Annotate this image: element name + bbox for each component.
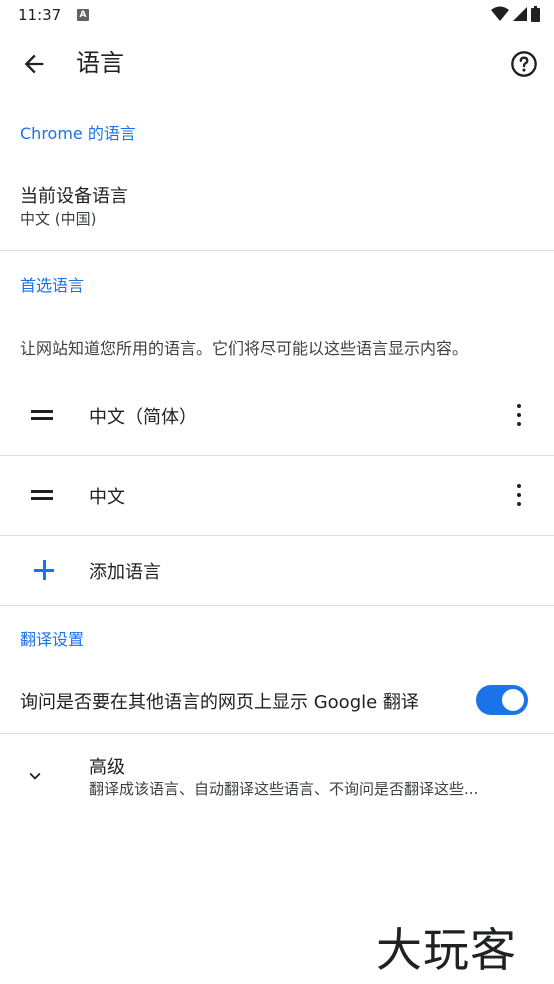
wifi-icon (491, 6, 509, 21)
device-language-value: 中文 (中国) (20, 210, 97, 228)
translate-toggle-label: 询问是否要在其他语言的网页上显示 Google 翻译 (20, 692, 419, 713)
section-chrome-languages: Chrome 的语言 (20, 124, 136, 143)
translate-toggle-switch[interactable] (476, 685, 528, 715)
language-row-zh[interactable] (0, 456, 554, 535)
watermark-text: 大玩客 (376, 923, 517, 977)
status-time: 11:37 (18, 6, 62, 24)
help-icon[interactable] (510, 50, 538, 78)
advanced-summary: 翻译成该语言、自动翻译这些语言、不询问是否翻译这些... (89, 780, 479, 798)
toggle-knob (502, 689, 524, 711)
status-icons (491, 6, 540, 22)
preferred-languages-description: 让网站知道您所用的语言。它们将尽可能以这些语言显示内容。 (20, 339, 469, 358)
more-vert-icon[interactable] (508, 483, 530, 507)
divider (0, 605, 554, 606)
add-icon (34, 560, 54, 580)
device-language-title: 当前设备语言 (20, 186, 128, 207)
advanced-row[interactable] (0, 734, 554, 814)
section-translate-settings: 翻译设置 (20, 630, 85, 649)
advanced-title: 高级 (89, 757, 125, 778)
page-title: 语言 (76, 49, 124, 77)
notification-icon: A (77, 9, 89, 21)
language-label: 中文 (89, 487, 125, 508)
drag-handle-icon[interactable] (31, 490, 53, 500)
add-language-label: 添加语言 (89, 562, 161, 583)
more-vert-icon[interactable] (508, 403, 530, 427)
back-arrow-icon[interactable] (20, 50, 48, 78)
divider (0, 250, 554, 251)
section-preferred-languages: 首选语言 (20, 276, 85, 295)
add-language-row[interactable] (0, 536, 554, 605)
drag-handle-icon[interactable] (31, 410, 53, 420)
battery-icon (531, 6, 540, 22)
language-row-zh-hans[interactable] (0, 376, 554, 455)
language-label: 中文（简体） (89, 407, 197, 428)
chevron-down-icon (29, 772, 41, 780)
signal-icon (513, 7, 527, 21)
